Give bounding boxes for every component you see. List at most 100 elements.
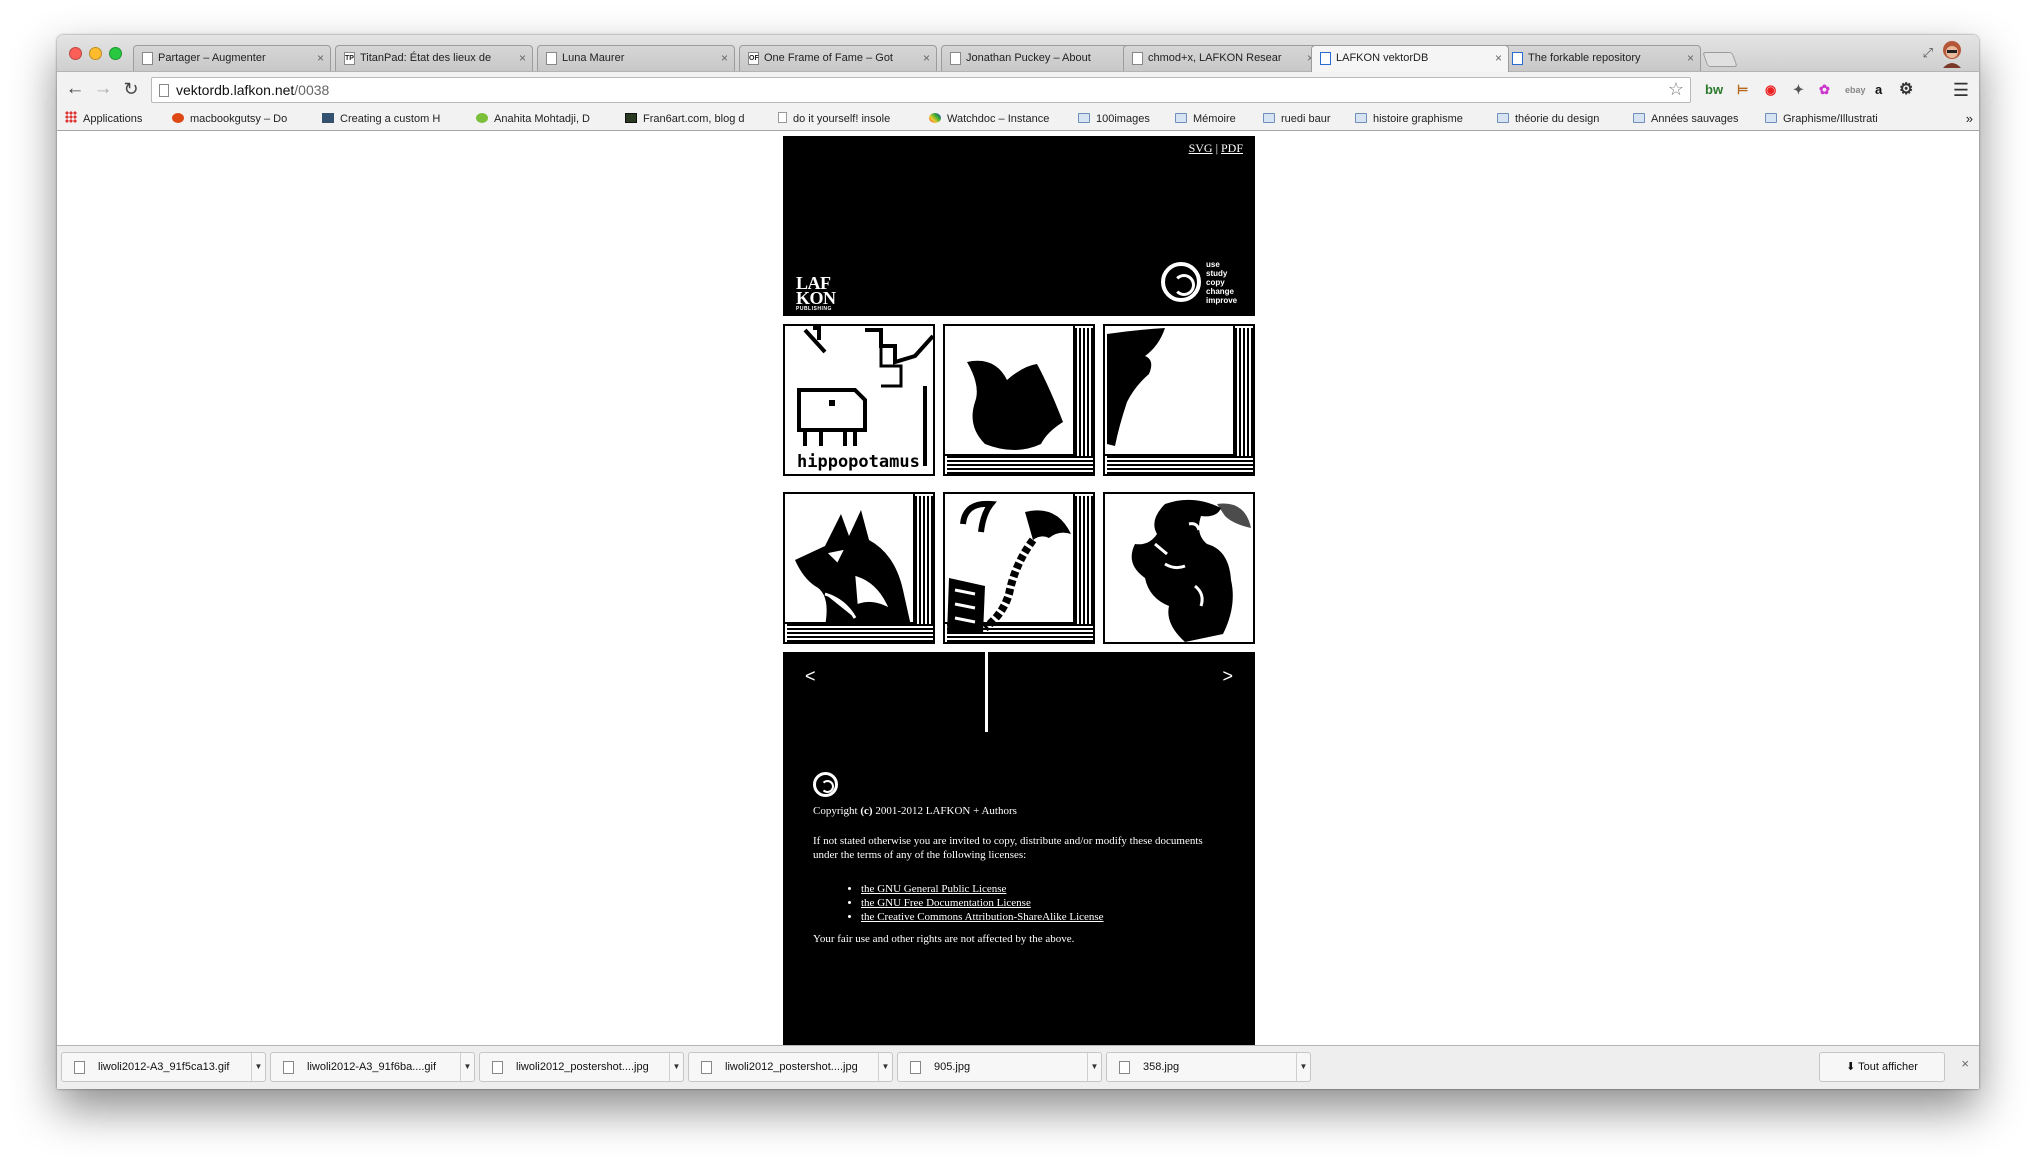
red-extension-icon[interactable]: ◉	[1765, 82, 1776, 98]
page-icon	[950, 52, 961, 65]
close-tab-icon[interactable]: ×	[1495, 46, 1502, 70]
bars-extension-icon[interactable]: ⊨	[1737, 82, 1748, 98]
chevron-down-icon[interactable]: ▼	[1296, 1053, 1310, 1081]
bookmark-folder[interactable]: ruedi baur	[1263, 107, 1353, 131]
browser-tab[interactable]: Luna Maurer ×	[537, 45, 735, 71]
chevron-down-icon[interactable]: ▼	[460, 1053, 474, 1081]
file-icon	[1119, 1061, 1130, 1074]
amazon-extension-icon[interactable]: a	[1875, 82, 1882, 98]
bookmarks-overflow-chevron-icon[interactable]: »	[1966, 107, 1973, 131]
copyleft-icon	[813, 772, 838, 797]
browser-tab[interactable]: OF One Frame of Fame – Got ×	[739, 45, 937, 71]
browser-tab-active[interactable]: LAFKON vektorDB ×	[1311, 45, 1509, 72]
fullscreen-icon[interactable]: ⤢	[1923, 45, 1933, 61]
license-intro: If not stated otherwise you are invited …	[813, 835, 1203, 861]
browser-tab[interactable]: The forkable repository ×	[1503, 45, 1701, 71]
chevron-down-icon[interactable]: ▼	[669, 1053, 683, 1081]
chevron-down-icon[interactable]: ▼	[878, 1053, 892, 1081]
download-links: SVG | PDF	[1189, 141, 1243, 156]
copyright-symbol: (c)	[860, 805, 873, 817]
close-tab-icon[interactable]: ×	[519, 46, 526, 70]
page-icon	[778, 112, 787, 123]
evernote-extension-icon[interactable]: ✦	[1793, 82, 1804, 98]
bookmark-item[interactable]: Watchdoc – Instance	[929, 107, 1066, 131]
bookmark-star-icon[interactable]: ☆	[1668, 79, 1684, 100]
bookmark-item[interactable]: Creating a custom H	[322, 107, 454, 131]
previous-page-button[interactable]: <	[805, 666, 816, 687]
bw-extension-icon[interactable]: bw	[1705, 82, 1723, 98]
color-wheel-extension-icon[interactable]: ✿	[1819, 82, 1830, 98]
vector-thumbnail[interactable]	[943, 492, 1095, 644]
bookmark-folder[interactable]: théorie du design	[1497, 107, 1622, 131]
chevron-down-icon[interactable]: ▼	[251, 1053, 265, 1081]
browser-tab[interactable]: TP TitanPad: État des lieux de ×	[335, 45, 533, 71]
cc-by-sa-license-link[interactable]: the Creative Commons Attribution-ShareAl…	[861, 910, 1104, 924]
reload-icon[interactable]: ↻	[119, 78, 143, 102]
forward-arrow-icon[interactable]: →	[91, 78, 115, 102]
bookmark-item[interactable]: Anahita Mohtadji, D	[476, 107, 606, 131]
bookmark-label: Mémoire	[1193, 113, 1236, 125]
show-all-downloads-button[interactable]: ⬇ Tout afficher	[1819, 1052, 1945, 1082]
page-icon	[159, 84, 169, 97]
vector-thumbnail[interactable]: hippopotamus	[783, 324, 935, 476]
next-page-button[interactable]: >	[1222, 666, 1233, 687]
gpl-license-link[interactable]: the GNU General Public License	[861, 882, 1104, 896]
chevron-down-icon[interactable]: ▼	[1087, 1053, 1101, 1081]
pagination-bar: < >	[783, 652, 1255, 732]
download-item[interactable]: liwoli2012-A3_91f5ca13.gif ▼	[61, 1052, 266, 1082]
download-filename: 358.jpg	[1143, 1061, 1180, 1073]
close-icon[interactable]: ×	[1961, 1056, 1969, 1071]
motto-line: use	[1206, 260, 1220, 269]
new-tab-button[interactable]	[1702, 52, 1738, 67]
back-arrow-icon[interactable]: ←	[63, 78, 87, 102]
bird-silhouette-icon	[967, 360, 1063, 450]
browser-tab[interactable]: Jonathan Puckey – About ×	[941, 45, 1139, 71]
svg-link[interactable]: SVG	[1189, 141, 1213, 155]
ebay-extension-icon[interactable]: ebay	[1845, 82, 1866, 98]
bookmark-folder[interactable]: Mémoire	[1175, 107, 1265, 131]
folder-icon	[1765, 113, 1777, 123]
close-tab-icon[interactable]: ×	[317, 46, 324, 70]
copyleft-icon	[1161, 262, 1201, 302]
page-icon	[1132, 52, 1143, 65]
download-item[interactable]: liwoli2012_postershot....jpg ▼	[479, 1052, 684, 1082]
download-item[interactable]: 358.jpg ▼	[1106, 1052, 1311, 1082]
download-item[interactable]: liwoli2012-A3_91f6ba....gif ▼	[270, 1052, 475, 1082]
vector-thumbnail[interactable]	[1103, 324, 1255, 476]
gfdl-license-link[interactable]: the GNU Free Documentation License	[861, 896, 1104, 910]
bookmark-folder[interactable]: histoire graphisme	[1355, 107, 1485, 131]
bookmark-item[interactable]: do it yourself! insole	[778, 107, 911, 131]
bookmark-item[interactable]: Applications	[65, 107, 165, 131]
bookmark-item[interactable]: Fran6art.com, blog d	[625, 107, 760, 131]
show-all-label: Tout afficher	[1858, 1061, 1918, 1073]
address-bar[interactable]: vektordb.lafkon.net/0038 ☆	[151, 77, 1691, 103]
close-tab-icon[interactable]: ×	[721, 46, 728, 70]
bookmark-label: Applications	[83, 113, 143, 125]
window-close-button[interactable]	[69, 47, 82, 60]
file-icon	[910, 1061, 921, 1074]
bookmark-folder[interactable]: 100images	[1078, 107, 1173, 131]
vector-thumbnail[interactable]	[943, 324, 1095, 476]
close-tab-icon[interactable]: ×	[923, 46, 930, 70]
download-item[interactable]: 905.jpg ▼	[897, 1052, 1102, 1082]
bookmark-folder[interactable]: Années sauvages	[1633, 107, 1753, 131]
bookmark-folder[interactable]: Graphisme/Illustrati	[1765, 107, 1907, 131]
browser-tab[interactable]: Partager – Augmenter ×	[133, 45, 331, 71]
profile-avatar-icon[interactable]	[1939, 38, 1965, 68]
pdf-link[interactable]: PDF	[1221, 141, 1243, 155]
bookmark-label: Années sauvages	[1651, 113, 1739, 125]
menu-icon[interactable]: ☰	[1953, 80, 1969, 101]
close-tab-icon[interactable]: ×	[1687, 46, 1694, 70]
download-filename: liwoli2012_postershot....jpg	[516, 1061, 649, 1073]
vector-thumbnail[interactable]	[1103, 492, 1255, 644]
lafkon-logo[interactable]: LAF KON PUBLISHING	[796, 274, 836, 312]
url-text[interactable]: vektordb.lafkon.net/0038	[176, 78, 329, 102]
frame-icon	[625, 113, 637, 123]
download-item[interactable]: liwoli2012_postershot....jpg ▼	[688, 1052, 893, 1082]
browser-tab[interactable]: chmod+x, LAFKON Resear ×	[1123, 45, 1321, 71]
window-minimize-button[interactable]	[89, 47, 102, 60]
vector-thumbnail[interactable]	[783, 492, 935, 644]
bookmark-item[interactable]: macbookgutsy – Do	[172, 107, 302, 131]
window-zoom-button[interactable]	[109, 47, 122, 60]
gear-icon[interactable]: ⚙	[1899, 82, 1913, 98]
